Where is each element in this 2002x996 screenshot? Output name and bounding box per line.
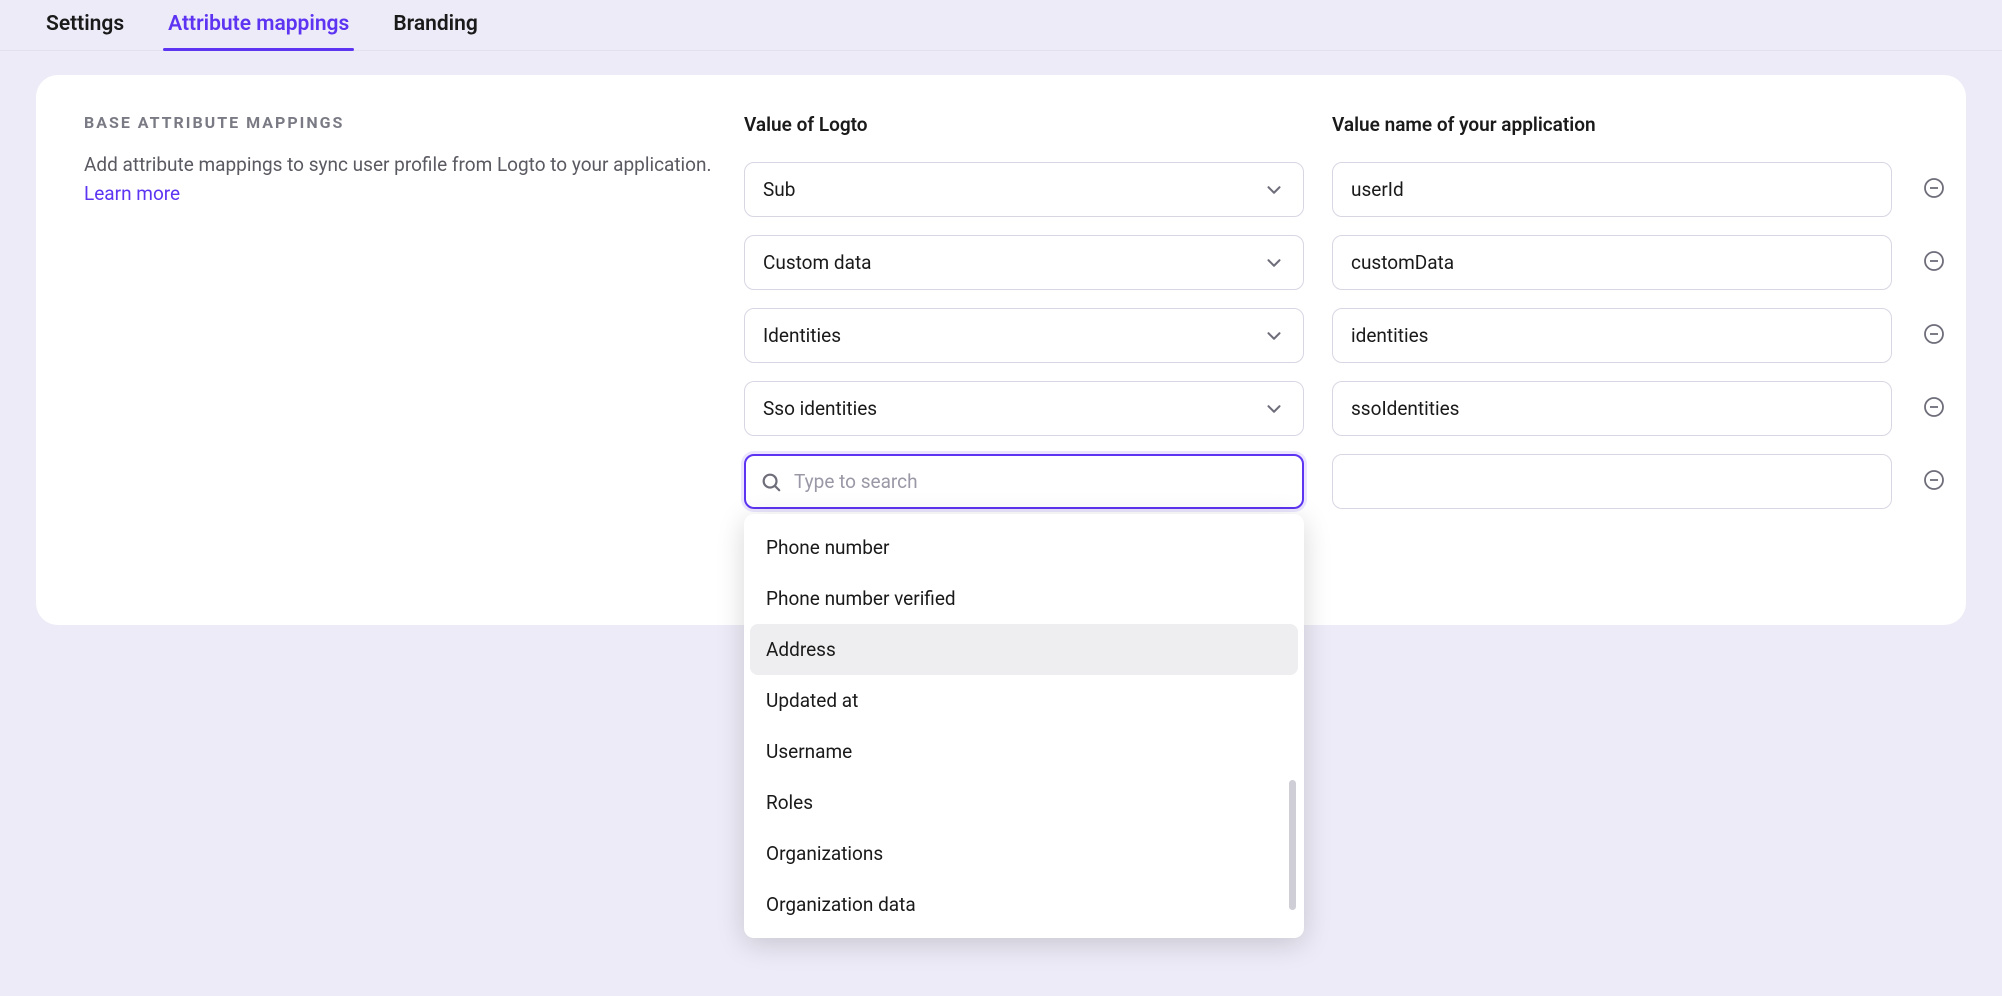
tab-settings[interactable]: Settings xyxy=(46,0,124,50)
scrollbar-thumb[interactable] xyxy=(1289,780,1296,910)
logto-value-select[interactable]: Sso identities xyxy=(744,381,1304,436)
logto-value-select[interactable]: Sub xyxy=(744,162,1304,217)
chevron-down-icon xyxy=(1263,252,1285,274)
dropdown-item[interactable]: Updated at xyxy=(750,675,1298,726)
select-value: Sso identities xyxy=(763,397,877,420)
learn-more-link[interactable]: Learn more xyxy=(84,182,180,205)
dropdown-item[interactable]: Address xyxy=(750,624,1298,675)
tab-label: Settings xyxy=(46,12,124,36)
select-value: Custom data xyxy=(763,251,872,274)
mapping-grid: Value of Logto Value name of your applic… xyxy=(744,113,1968,509)
remove-icon xyxy=(1922,176,1946,204)
tab-label: Attribute mappings xyxy=(168,12,349,36)
tab-attribute-mappings[interactable]: Attribute mappings xyxy=(168,0,349,50)
app-value-input[interactable] xyxy=(1332,381,1892,436)
dropdown-item[interactable]: Username xyxy=(750,726,1298,777)
app-value-input[interactable] xyxy=(1332,235,1892,290)
dropdown-item[interactable]: Roles xyxy=(750,777,1298,828)
section-title: BASE ATTRIBUTE MAPPINGS xyxy=(84,113,720,132)
logto-value-select[interactable]: Custom data xyxy=(744,235,1304,290)
dropdown-item[interactable]: Organization data xyxy=(750,879,1298,930)
remove-row-button[interactable] xyxy=(1920,468,1948,496)
tab-label: Branding xyxy=(393,12,478,36)
select-value: Sub xyxy=(763,178,795,201)
section-desc-text: Add attribute mappings to sync user prof… xyxy=(84,153,712,176)
dropdown-item[interactable]: Phone number verified xyxy=(750,573,1298,624)
remove-icon xyxy=(1922,468,1946,496)
logto-value-select[interactable]: Identities xyxy=(744,308,1304,363)
dropdown-menu: Phone numberPhone number verifiedAddress… xyxy=(744,514,1304,938)
remove-icon xyxy=(1922,322,1946,350)
dropdown-item[interactable]: Phone number xyxy=(750,522,1298,573)
remove-icon xyxy=(1922,249,1946,277)
app-value-input[interactable] xyxy=(1332,454,1892,509)
app-value-input[interactable] xyxy=(1332,308,1892,363)
column-header-spacer xyxy=(1920,128,1968,129)
mappings-card: BASE ATTRIBUTE MAPPINGS Add attribute ma… xyxy=(36,75,1966,625)
chevron-down-icon xyxy=(1263,179,1285,201)
section-description: Add attribute mappings to sync user prof… xyxy=(84,150,720,209)
tabs-bar: Settings Attribute mappings Branding xyxy=(0,0,2002,51)
chevron-down-icon xyxy=(1263,398,1285,420)
search-input[interactable] xyxy=(794,470,1288,493)
remove-icon xyxy=(1922,395,1946,423)
app-value-input[interactable] xyxy=(1332,162,1892,217)
column-header-app: Value name of your application xyxy=(1332,113,1892,136)
chevron-down-icon xyxy=(1263,325,1285,347)
column-header-logto: Value of Logto xyxy=(744,113,1304,136)
search-icon xyxy=(760,471,782,493)
remove-row-button[interactable] xyxy=(1920,322,1948,350)
remove-row-button[interactable] xyxy=(1920,176,1948,204)
tab-branding[interactable]: Branding xyxy=(393,0,478,50)
remove-row-button[interactable] xyxy=(1920,395,1948,423)
dropdown-item[interactable]: Organizations xyxy=(750,828,1298,879)
logto-value-search[interactable] xyxy=(744,454,1304,509)
select-value: Identities xyxy=(763,324,841,347)
remove-row-button[interactable] xyxy=(1920,249,1948,277)
